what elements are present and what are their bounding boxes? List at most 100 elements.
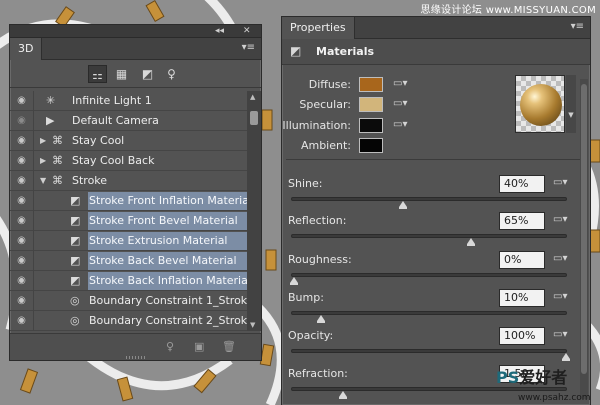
panel-menu-icon[interactable]: ▾≡ xyxy=(242,43,255,53)
slider-knob[interactable] xyxy=(398,201,407,209)
slider-label: Refraction: xyxy=(288,367,348,380)
camera-icon: ▶ xyxy=(46,114,55,127)
layer-row[interactable]: ◉ ◎ Boundary Constraint 1_Stroke xyxy=(10,291,254,311)
props-menu-icon[interactable]: ▾≡ xyxy=(571,22,584,32)
texture-folder-icon[interactable]: ▭▾ xyxy=(393,78,407,89)
visibility-eye-icon[interactable]: ◉ xyxy=(10,191,34,211)
texture-folder-icon[interactable]: ▭▾ xyxy=(553,253,567,264)
scroll-up-icon[interactable]: ▲ xyxy=(250,93,255,101)
color-label: Diffuse: xyxy=(308,78,351,91)
expand-arrow-icon[interactable]: ▶ xyxy=(40,131,46,151)
layer-row[interactable]: ◉ ◎ Boundary Constraint 2_Stroke xyxy=(10,311,254,331)
render-icon[interactable]: ▣ xyxy=(194,340,204,353)
visibility-eye-icon[interactable]: ◉ xyxy=(10,231,34,251)
layer-list-scrollbar[interactable]: ▲ ▼ xyxy=(247,91,261,331)
watermark-logo-ps: PS xyxy=(496,368,520,387)
watermark-logo-cn: 爱好者 xyxy=(519,368,568,387)
layer-label: Stay Cool Back xyxy=(72,154,155,167)
texture-folder-icon[interactable]: ▭▾ xyxy=(393,98,407,109)
visibility-eye-icon[interactable]: ◉ xyxy=(10,91,34,111)
layer-row[interactable]: ◉ ▼ ⌘ Stroke xyxy=(10,171,247,191)
slider-knob[interactable] xyxy=(290,277,298,285)
visibility-eye-icon[interactable]: ◉ xyxy=(10,131,34,151)
diffuse-color-swatch[interactable] xyxy=(359,77,383,92)
specular-color-swatch[interactable] xyxy=(359,97,383,112)
tab-properties[interactable]: Properties xyxy=(282,17,355,39)
material-picker-dropdown-icon[interactable]: ▼ xyxy=(566,75,576,133)
visibility-eye-icon[interactable]: ◉ xyxy=(10,171,34,191)
delete-icon[interactable]: 🗑 xyxy=(222,340,236,353)
props-scrollbar[interactable] xyxy=(580,79,588,399)
bump-slider-track[interactable] xyxy=(291,311,567,323)
resize-grip[interactable] xyxy=(126,356,146,359)
texture-folder-icon[interactable]: ▭▾ xyxy=(553,329,567,340)
expand-arrow-icon[interactable]: ▶ xyxy=(40,151,46,171)
tab-3d[interactable]: 3D xyxy=(10,38,43,60)
mesh-icon: ⌘ xyxy=(52,174,63,187)
material-icon: ◩ xyxy=(70,234,81,247)
texture-folder-icon[interactable]: ▭▾ xyxy=(393,119,407,130)
layer-label: Stroke Extrusion Material xyxy=(89,234,228,247)
reflection-slider-track[interactable] xyxy=(291,234,567,246)
props-scroll-thumb[interactable] xyxy=(581,84,587,374)
visibility-eye-icon[interactable]: ◉ xyxy=(10,311,34,331)
scroll-down-icon[interactable]: ▼ xyxy=(250,321,255,329)
mesh-icon: ⌘ xyxy=(52,154,63,167)
ambient-color-swatch[interactable] xyxy=(359,138,383,153)
texture-folder-icon[interactable]: ▭▾ xyxy=(553,177,567,188)
illumination-color-swatch[interactable] xyxy=(359,118,383,133)
visibility-eye-icon[interactable]: ◉ xyxy=(10,151,34,171)
visibility-eye-icon[interactable]: ◉ xyxy=(10,271,34,291)
collapse-arrow-icon[interactable]: ▼ xyxy=(40,171,46,191)
texture-folder-icon[interactable]: ▭▾ xyxy=(553,291,567,302)
layer-row[interactable]: ◉ ◩ Stroke Front Bevel Material xyxy=(10,211,247,231)
visibility-eye-icon[interactable]: ◉ xyxy=(10,251,34,271)
layer-row[interactable]: ◉ ✳ Infinite Light 1 xyxy=(10,91,247,111)
opacity-slider-track[interactable] xyxy=(291,349,570,361)
slider-knob[interactable] xyxy=(317,315,326,323)
constraint-icon: ◎ xyxy=(70,314,80,327)
layer-row[interactable]: ◉ ◩ Stroke Back Bevel Material xyxy=(10,251,247,271)
reflection-value-field[interactable]: 65% xyxy=(499,212,545,230)
shine-slider-track[interactable] xyxy=(291,197,567,209)
scroll-thumb[interactable] xyxy=(250,111,258,125)
visibility-eye-icon[interactable]: ◉ xyxy=(10,291,34,311)
layer-label: Stroke Back Inflation Material xyxy=(89,274,251,287)
visibility-eye-icon[interactable]: ◉ xyxy=(10,111,34,131)
layer-row[interactable]: ◉ ▶ ⌘ Stay Cool Back xyxy=(10,151,247,171)
3d-panel: ◂◂ ✕ 3D ▾≡ ⚏ ▦ ◩ ♀ ◉ ✳ Infinite Light 1 ◉ ▶ D… xyxy=(9,24,262,361)
lights-icon[interactable]: ♀ xyxy=(162,65,181,83)
layer-label: Stroke Back Bevel Material xyxy=(89,254,237,267)
layer-label: Stroke xyxy=(72,174,108,187)
material-icon: ◩ xyxy=(70,214,81,227)
meshes-icon[interactable]: ▦ xyxy=(112,65,131,83)
slider-knob[interactable] xyxy=(466,238,475,246)
layer-label: Stroke Front Inflation Material xyxy=(89,194,253,207)
texture-folder-icon[interactable]: ▭▾ xyxy=(553,214,567,225)
panel-bottom-bar: ♀ ▣ 🗑 xyxy=(10,333,261,360)
close-panel-icon[interactable]: ✕ xyxy=(243,25,251,37)
opacity-value-field[interactable]: 100% xyxy=(499,327,545,345)
roughness-value-field[interactable]: 0% xyxy=(499,251,545,269)
materials-icon[interactable]: ◩ xyxy=(138,65,157,83)
slider-knob[interactable] xyxy=(562,353,570,361)
layer-row[interactable]: ◉ ◩ Stroke Back Inflation Material xyxy=(10,271,251,291)
layer-row[interactable]: ◉ ◩ Stroke Front Inflation Material xyxy=(10,191,252,211)
material-sphere-preview xyxy=(520,84,562,126)
whole-scene-icon[interactable]: ⚏ xyxy=(88,65,107,83)
slider-knob[interactable] xyxy=(338,391,347,399)
material-icon: ◩ xyxy=(70,194,81,207)
layer-row[interactable]: ◉ ◩ Stroke Extrusion Material xyxy=(10,231,247,251)
bump-value-field[interactable]: 10% xyxy=(499,289,545,307)
layer-row[interactable]: ◉ ▶ ⌘ Stay Cool xyxy=(10,131,247,151)
add-light-icon[interactable]: ♀ xyxy=(166,340,174,353)
scene-filter-bar: ⚏ ▦ ◩ ♀ xyxy=(10,60,261,88)
collapse-panel-icon[interactable]: ◂◂ xyxy=(215,25,224,37)
layer-row[interactable]: ◉ ▶ Default Camera xyxy=(10,111,247,131)
roughness-slider-track[interactable] xyxy=(290,273,567,285)
material-preview[interactable] xyxy=(515,75,565,133)
shine-value-field[interactable]: 40% xyxy=(499,175,545,193)
mesh-icon: ⌘ xyxy=(52,134,63,147)
visibility-eye-icon[interactable]: ◉ xyxy=(10,211,34,231)
watermark-text: 思缘设计论坛 www.MISSYUAN.COM xyxy=(420,5,596,16)
